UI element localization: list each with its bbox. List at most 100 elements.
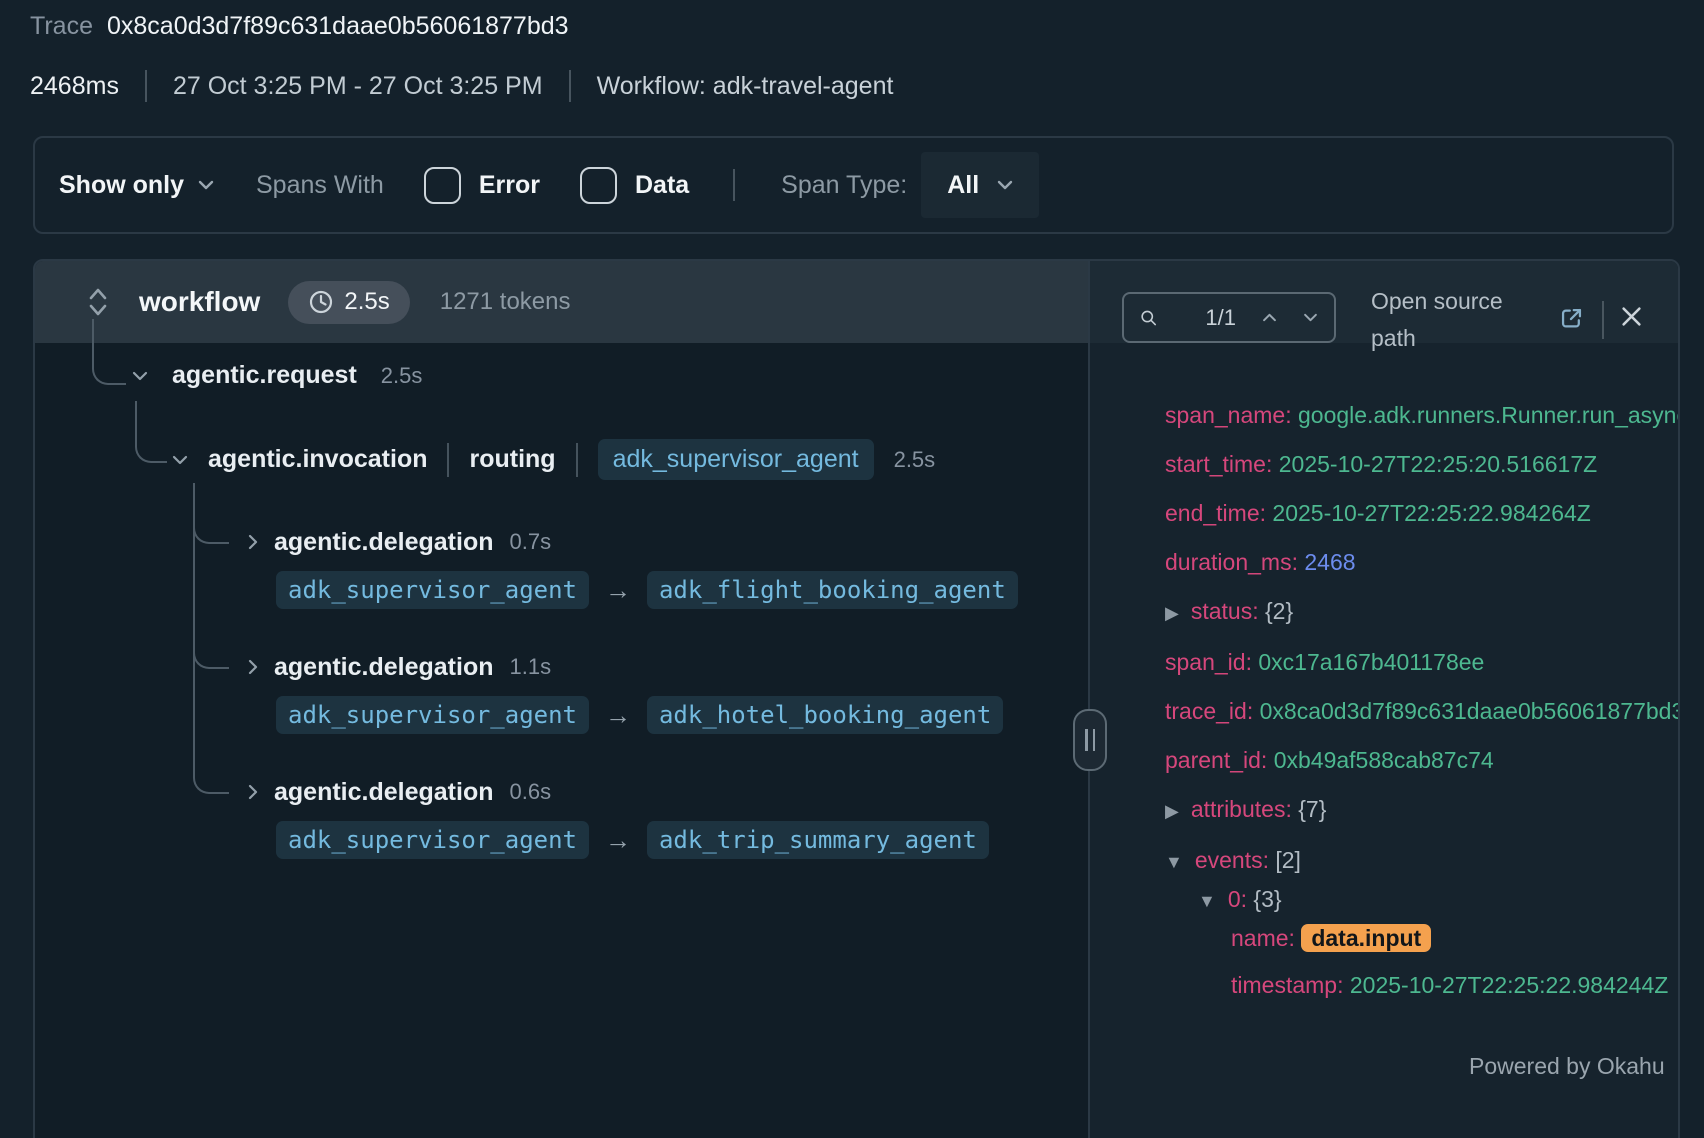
chevron-right-icon[interactable] bbox=[248, 784, 258, 800]
data-checkbox[interactable] bbox=[580, 167, 617, 204]
external-link-icon[interactable] bbox=[1558, 305, 1585, 332]
json-field-status: ▶status: {2} bbox=[1165, 594, 1680, 631]
json-key: end_time: bbox=[1165, 500, 1272, 526]
error-checkbox-label[interactable]: Error bbox=[479, 171, 540, 200]
json-value: {2} bbox=[1265, 598, 1293, 624]
span-duration: 0.7s bbox=[509, 529, 551, 555]
spans-with-label: Spans With bbox=[256, 171, 384, 200]
toggle-expanded-icon[interactable]: ▼ bbox=[1165, 852, 1183, 872]
divider bbox=[733, 169, 735, 201]
trace-id: 0x8ca0d3d7f89c631daae0b56061877bd3 bbox=[107, 12, 569, 41]
json-field-end_time: end_time: 2025-10-27T22:25:22.984264Z bbox=[1165, 496, 1680, 531]
json-value: google.adk.runners.Runner.run_async bbox=[1298, 402, 1680, 428]
tree-row-delegation[interactable]: agentic.delegation 0.7s bbox=[248, 520, 551, 564]
show-only-dropdown[interactable]: Show only bbox=[59, 171, 214, 200]
search-input[interactable]: 1/1 bbox=[1122, 292, 1336, 343]
workflow-name: Workflow: adk-travel-agent bbox=[597, 72, 894, 101]
chevron-down-icon bbox=[1303, 313, 1318, 322]
tree-connector bbox=[135, 401, 167, 463]
json-field-span_id: span_id: 0xc17a167b401178ee bbox=[1165, 645, 1680, 680]
span-tag: routing bbox=[469, 445, 555, 474]
span-duration: 2.5s bbox=[381, 363, 423, 389]
chevron-right-icon[interactable] bbox=[248, 534, 258, 550]
delegation-agents: adk_supervisor_agent → adk_hotel_booking_a… bbox=[276, 693, 1003, 737]
chevron-down-icon bbox=[198, 180, 214, 190]
span-json-view: span_name: google.adk.runners.Runner.run… bbox=[1165, 398, 1680, 1017]
json-value: {7} bbox=[1298, 796, 1326, 822]
json-field-0: ▼0: {3} bbox=[1165, 882, 1680, 919]
span-label: agentic.invocation bbox=[208, 445, 427, 474]
trace-time-range: 27 Oct 3:25 PM - 27 Oct 3:25 PM bbox=[173, 72, 543, 101]
agent-badge[interactable]: adk_flight_booking_agent bbox=[647, 571, 1018, 609]
trace-duration: 2468ms bbox=[30, 72, 119, 101]
json-field-span_name: span_name: google.adk.runners.Runner.run… bbox=[1165, 398, 1680, 433]
span-label: agentic.delegation bbox=[274, 528, 493, 557]
span-type-value: All bbox=[947, 171, 979, 200]
toggle-expanded-icon[interactable]: ▼ bbox=[1198, 891, 1216, 911]
tree-row-invocation[interactable]: agentic.invocation routing adk_superviso… bbox=[172, 439, 935, 480]
span-type-select[interactable]: All bbox=[921, 152, 1039, 218]
highlighted-value-badge: data.input bbox=[1301, 924, 1431, 952]
duration-badge: 2.5s bbox=[288, 281, 409, 324]
divider bbox=[447, 443, 449, 477]
delegation-agents: adk_supervisor_agent → adk_trip_summary_ag… bbox=[276, 818, 989, 862]
agent-badge[interactable]: adk_trip_summary_agent bbox=[647, 821, 989, 859]
span-label: agentic.request bbox=[172, 361, 357, 390]
json-key: duration_ms: bbox=[1165, 549, 1304, 575]
arrow-right-icon: → bbox=[605, 825, 631, 856]
chevron-up-icon bbox=[1262, 313, 1277, 322]
tree-row-delegation[interactable]: agentic.delegation1.1s bbox=[248, 645, 551, 689]
tree-connector bbox=[193, 516, 229, 544]
close-icon[interactable] bbox=[1618, 303, 1645, 330]
json-key: 0: bbox=[1228, 886, 1254, 912]
open-source-path-label: Open source path bbox=[1371, 283, 1547, 357]
tree-connector bbox=[193, 641, 229, 669]
json-field-duration_ms: duration_ms: 2468 bbox=[1165, 545, 1680, 580]
search-next-button[interactable] bbox=[1303, 313, 1318, 322]
trace-panel: workflow 2.5s 1271 tokens agentic.reques… bbox=[33, 259, 1680, 1138]
agent-badge[interactable]: adk_hotel_booking_agent bbox=[647, 696, 1003, 734]
json-field-trace_id: trace_id: 0x8ca0d3d7f89c631daae0b5606187… bbox=[1165, 694, 1680, 729]
delegation-agents: adk_supervisor_agent→adk_flight_booking_… bbox=[276, 568, 1018, 612]
agent-badge[interactable]: adk_supervisor_agent bbox=[276, 696, 589, 734]
json-field-start_time: start_time: 2025-10-27T22:25:20.516617Z bbox=[1165, 447, 1680, 482]
panel-resize-handle[interactable] bbox=[1073, 709, 1107, 771]
search-prev-button[interactable] bbox=[1262, 313, 1277, 322]
tree-row-request[interactable]: agentic.request 2.5s bbox=[132, 361, 422, 390]
agent-badge[interactable]: adk_supervisor_agent bbox=[276, 821, 589, 859]
chevron-down-icon bbox=[997, 180, 1013, 190]
json-key: trace_id: bbox=[1165, 698, 1260, 724]
powered-by-watermark: Powered by Okahu bbox=[1469, 1053, 1665, 1080]
trace-label: Trace bbox=[30, 12, 93, 41]
json-value: 2025-10-27T22:25:20.516617Z bbox=[1279, 451, 1597, 477]
trace-meta-row: 2468ms 27 Oct 3:25 PM - 27 Oct 3:25 PM W… bbox=[30, 66, 893, 106]
workflow-header-bar: workflow 2.5s 1271 tokens bbox=[35, 261, 1088, 343]
divider bbox=[569, 70, 571, 102]
agent-badge[interactable]: adk_supervisor_agent bbox=[598, 439, 874, 480]
tree-connector bbox=[193, 766, 229, 794]
agent-badge[interactable]: adk_supervisor_agent bbox=[276, 571, 589, 609]
error-checkbox[interactable] bbox=[424, 167, 461, 204]
search-icon bbox=[1140, 306, 1157, 330]
json-value: 2025-10-27T22:25:22.984264Z bbox=[1272, 500, 1590, 526]
span-duration: 0.6s bbox=[509, 779, 551, 805]
json-field-parent_id: parent_id: 0xb49af588cab87c74 bbox=[1165, 743, 1680, 778]
toggle-collapsed-icon[interactable]: ▶ bbox=[1165, 603, 1179, 623]
json-value: 2468 bbox=[1304, 549, 1355, 575]
chevron-down-icon[interactable] bbox=[172, 455, 188, 465]
divider bbox=[145, 70, 147, 102]
json-key: name: bbox=[1231, 925, 1301, 951]
tree-connector bbox=[92, 319, 126, 385]
chevron-right-icon[interactable] bbox=[248, 659, 258, 675]
json-value: 0xc17a167b401178ee bbox=[1258, 649, 1484, 675]
tree-row-delegation[interactable]: agentic.delegation0.6s bbox=[248, 770, 551, 814]
span-duration: 2.5s bbox=[894, 447, 936, 473]
json-field-events: ▼events: [2] bbox=[1165, 843, 1680, 880]
json-value: 0x8ca0d3d7f89c631daae0b56061877bd3 bbox=[1260, 698, 1680, 724]
toggle-collapsed-icon[interactable]: ▶ bbox=[1165, 801, 1179, 821]
data-checkbox-label[interactable]: Data bbox=[635, 171, 689, 200]
arrow-right-icon: → bbox=[605, 700, 631, 731]
unfold-icon[interactable] bbox=[85, 284, 111, 320]
chevron-down-icon[interactable] bbox=[132, 371, 148, 381]
json-field-name: name: data.input bbox=[1165, 921, 1680, 956]
